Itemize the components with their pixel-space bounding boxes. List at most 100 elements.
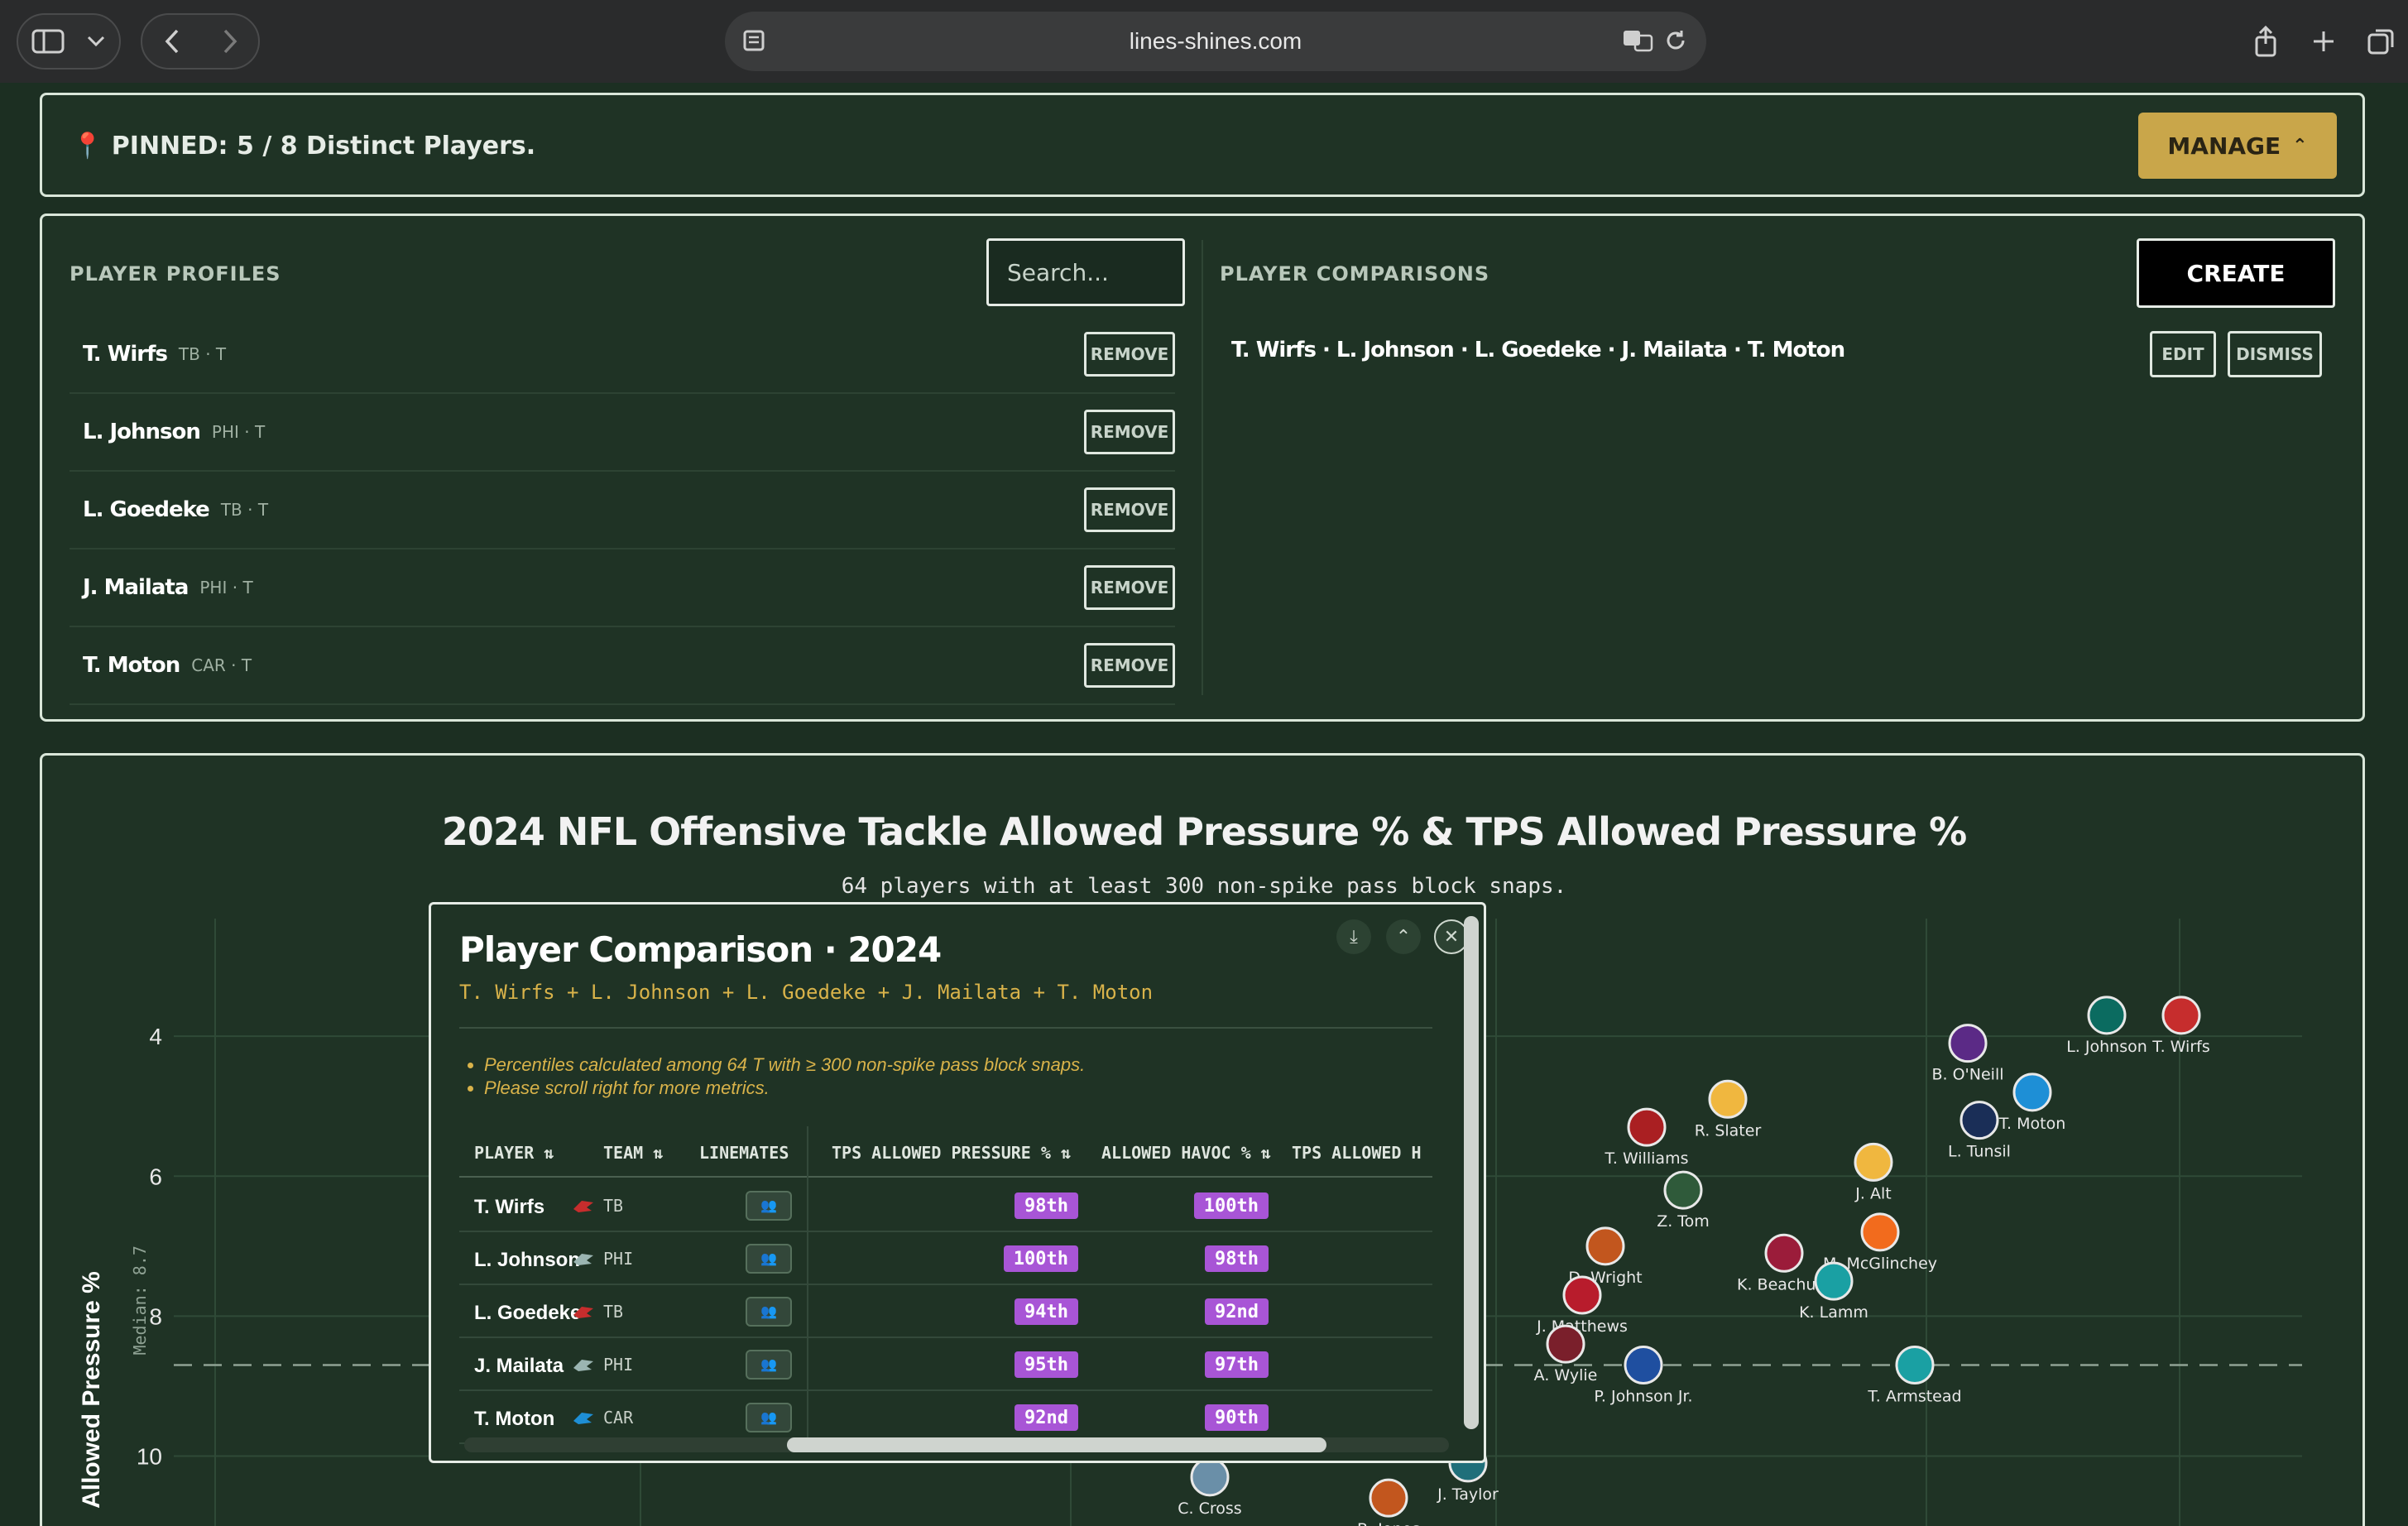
- y-tick-label: 4: [149, 1024, 162, 1049]
- data-point: [2012, 1073, 2052, 1112]
- chart-subtitle: 64 players with at least 300 non-spike p…: [841, 874, 1567, 899]
- address-bar[interactable]: lines-shines.com: [725, 12, 1706, 71]
- url-text: lines-shines.com: [1129, 28, 1302, 54]
- row-player[interactable]: T. Moton: [474, 1408, 554, 1431]
- manage-button[interactable]: MANAGE ⌃: [2138, 113, 2337, 179]
- data-point: [1369, 1478, 1408, 1518]
- point-label: C. Cross: [1178, 1500, 1241, 1518]
- linemates-button[interactable]: 👥: [746, 1191, 792, 1221]
- sidebar-icon[interactable]: [26, 22, 70, 61]
- point-label: Z. Tom: [1657, 1212, 1710, 1231]
- team-logo-icon: [573, 1413, 593, 1424]
- linemates-button[interactable]: 👥: [746, 1350, 792, 1380]
- edit-button[interactable]: EDIT: [2150, 331, 2216, 377]
- point-label: P. Johnson Jr.: [1594, 1388, 1692, 1406]
- y-tick-label: 10: [137, 1443, 162, 1469]
- table-row: J. Mailata PHI 👥 95th 97th: [459, 1338, 1432, 1391]
- dismiss-button[interactable]: DISMISS: [2228, 331, 2322, 377]
- data-point: [1948, 1024, 1988, 1063]
- note-item: Percentiles calculated among 64 T with ≥…: [484, 1053, 1085, 1077]
- col-tps-allowed-pressure[interactable]: TPS ALLOWED PRESSURE % ⇅: [832, 1143, 1071, 1163]
- page-menu-icon[interactable]: [741, 28, 766, 57]
- new-tab-icon[interactable]: [2305, 22, 2342, 61]
- profile-name[interactable]: L. Goedeke: [83, 497, 210, 522]
- remove-button[interactable]: REMOVE: [1084, 410, 1175, 454]
- chevron-down-icon[interactable]: [79, 23, 113, 60]
- col-linemates: LINEMATES: [699, 1143, 789, 1163]
- profile-name[interactable]: T. Moton: [83, 653, 180, 678]
- tps-pressure-percentile: 100th: [1003, 1245, 1078, 1272]
- profile-row[interactable]: L. Johnson PHI · T REMOVE: [70, 394, 1175, 472]
- browser-chrome: lines-shines.com: [0, 0, 2408, 83]
- tab-overview-icon[interactable]: [2363, 22, 2400, 61]
- col-tps-allowed-havoc[interactable]: TPS ALLOWED H: [1292, 1143, 1422, 1163]
- col-player[interactable]: PLAYER ⇅: [474, 1143, 554, 1163]
- forward-icon[interactable]: [212, 23, 248, 60]
- point-label: B. O'Neill: [1931, 1066, 2003, 1084]
- vertical-scrollbar[interactable]: [1464, 916, 1479, 1429]
- y-tick-label: 6: [149, 1164, 162, 1189]
- row-player[interactable]: T. Wirfs: [474, 1196, 544, 1219]
- collapse-icon[interactable]: ⌃: [1386, 919, 1421, 954]
- profile-row[interactable]: L. Goedeke TB · T REMOVE: [70, 472, 1175, 549]
- tps-pressure-percentile: 92nd: [1015, 1404, 1078, 1431]
- row-team: CAR: [603, 1408, 634, 1428]
- remove-button[interactable]: REMOVE: [1084, 332, 1175, 377]
- havoc-percentile: 100th: [1193, 1192, 1269, 1219]
- row-team: PHI: [603, 1355, 634, 1375]
- translate-icon[interactable]: [1622, 28, 1655, 57]
- linemates-button[interactable]: 👥: [746, 1244, 792, 1274]
- manage-label: MANAGE: [2167, 132, 2281, 160]
- point-label: T. Armstead: [1867, 1388, 1961, 1406]
- row-player[interactable]: L. Johnson: [474, 1249, 580, 1272]
- linemates-button[interactable]: 👥: [746, 1297, 792, 1327]
- pinned-label: 📍 PINNED: 5 / 8 Distinct Players.: [72, 132, 536, 161]
- col-allowed-havoc[interactable]: ALLOWED HAVOC % ⇅: [1101, 1143, 1271, 1163]
- data-point: [1959, 1101, 1999, 1140]
- data-point: [2087, 996, 2127, 1035]
- comparison-item: T. Wirfs · L. Johnson · L. Goedeke · J. …: [1231, 338, 1845, 362]
- panel-divider: [1202, 240, 1203, 695]
- profile-team: TB · T: [178, 344, 227, 364]
- profile-name[interactable]: L. Johnson: [83, 420, 201, 444]
- row-player[interactable]: L. Goedeke: [474, 1302, 581, 1325]
- point-label: J. Matthews: [1536, 1317, 1628, 1336]
- linemates-button[interactable]: 👥: [746, 1403, 792, 1432]
- profile-row[interactable]: J. Mailata PHI · T REMOVE: [70, 549, 1175, 627]
- profile-team: CAR · T: [191, 655, 252, 675]
- data-point: [1814, 1261, 1854, 1301]
- profile-team: PHI · T: [199, 578, 253, 597]
- reload-icon[interactable]: [1663, 28, 1688, 57]
- remove-button[interactable]: REMOVE: [1084, 565, 1175, 610]
- pinned-bar: 📍 PINNED: 5 / 8 Distinct Players. MANAGE…: [40, 93, 2365, 197]
- row-player[interactable]: J. Mailata: [474, 1355, 564, 1378]
- table-row: T. Wirfs TB 👥 98th 100th: [459, 1179, 1432, 1232]
- data-point: [1895, 1346, 1935, 1385]
- profile-row[interactable]: T. Wirfs TB · T REMOVE: [70, 316, 1175, 394]
- profile-team: TB · T: [220, 500, 269, 520]
- profile-name[interactable]: J. Mailata: [83, 575, 189, 600]
- point-label: J. Taylor: [1437, 1485, 1499, 1504]
- share-icon[interactable]: [2247, 22, 2284, 61]
- modal-divider: [459, 1027, 1432, 1029]
- remove-button[interactable]: REMOVE: [1084, 643, 1175, 688]
- profile-row[interactable]: T. Moton CAR · T REMOVE: [70, 627, 1175, 705]
- row-team: TB: [603, 1196, 624, 1216]
- modal-subtitle: T. Wirfs + L. Johnson + L. Goedeke + J. …: [459, 981, 1154, 1004]
- point-label: B. Jones: [1357, 1520, 1420, 1526]
- point-label: T. Wirfs: [2151, 1038, 2209, 1056]
- chevron-up-icon: ⌃: [2292, 135, 2308, 156]
- create-button[interactable]: CREATE: [2137, 238, 2335, 308]
- data-point: [1546, 1324, 1585, 1364]
- download-icon[interactable]: ⤓: [1336, 919, 1371, 954]
- search-input[interactable]: Search...: [986, 238, 1185, 306]
- horizontal-scrollbar[interactable]: [787, 1437, 1326, 1452]
- profile-name[interactable]: T. Wirfs: [83, 342, 168, 367]
- remove-button[interactable]: REMOVE: [1084, 487, 1175, 532]
- player-comparisons-heading: PLAYER COMPARISONS: [1220, 262, 1490, 286]
- tps-pressure-percentile: 98th: [1015, 1192, 1078, 1219]
- team-logo-icon: [573, 1307, 593, 1318]
- back-icon[interactable]: [154, 23, 190, 60]
- col-team[interactable]: TEAM ⇅: [603, 1143, 663, 1163]
- y-axis-label: Allowed Pressure %: [78, 1271, 105, 1509]
